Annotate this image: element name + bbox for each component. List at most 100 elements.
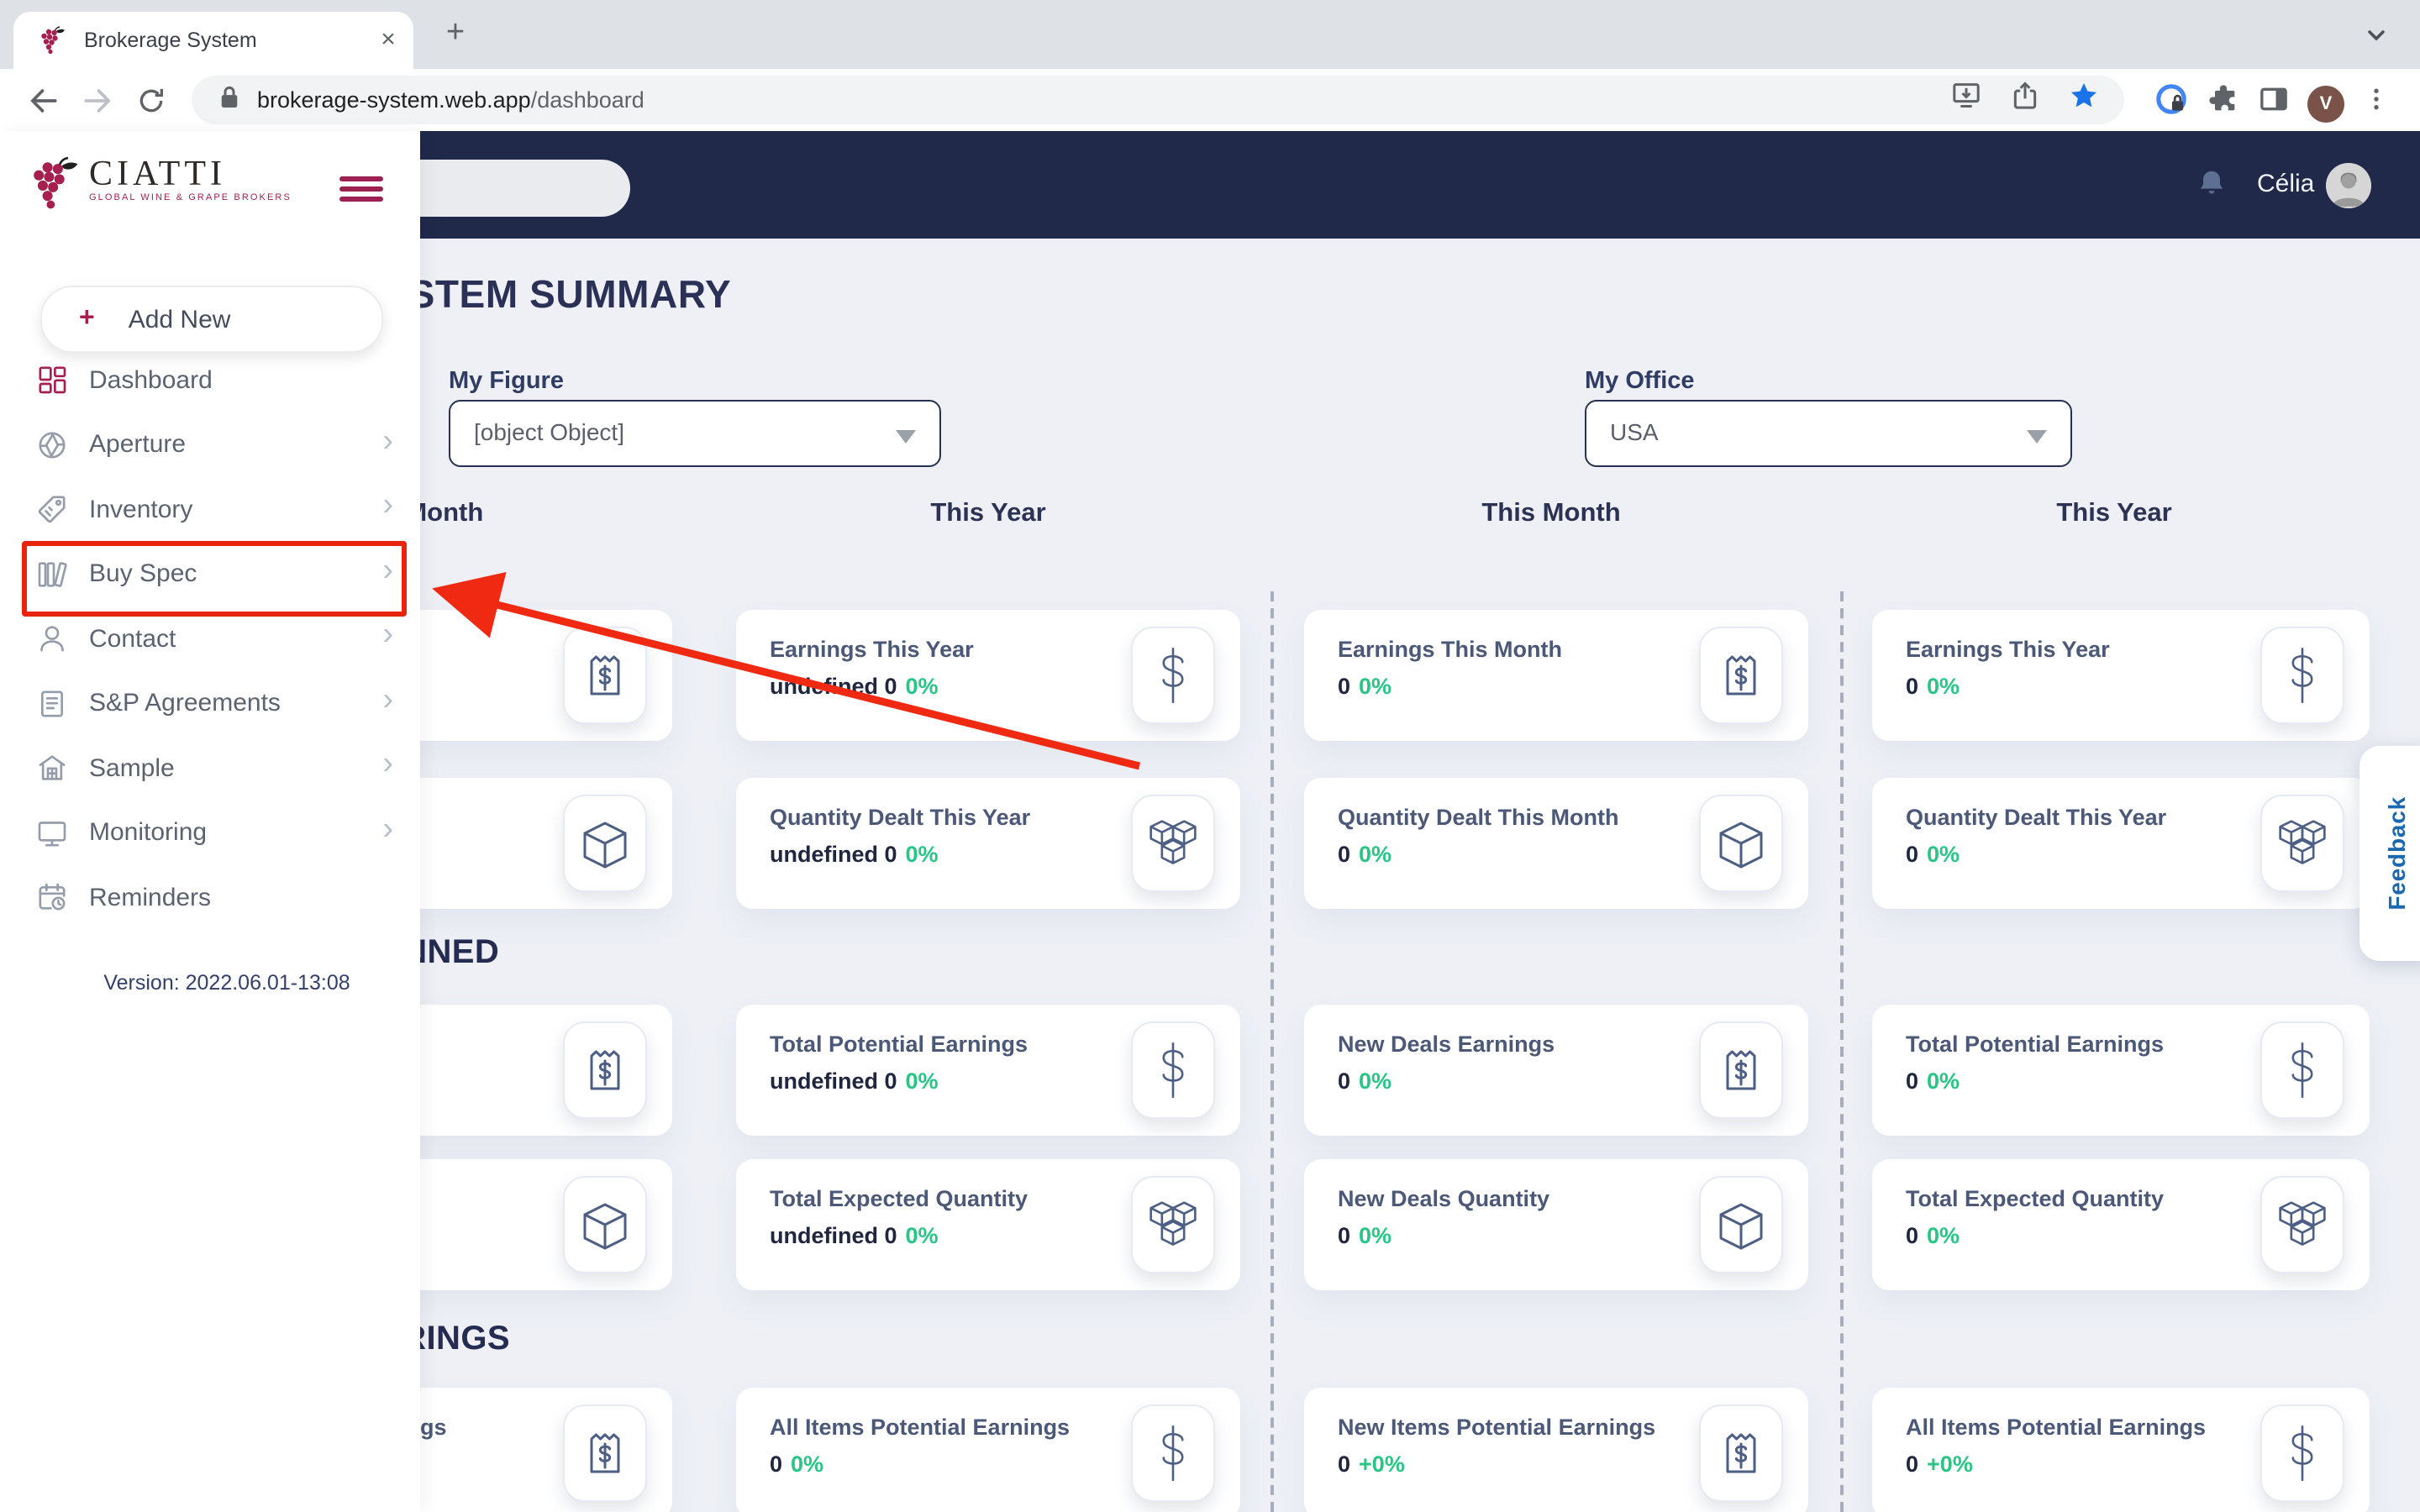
stat-label: Quantity Dealt This Year [770,805,1030,830]
stat-percent: 0% [1359,1223,1392,1248]
stat-label: Earnings This Year [770,637,974,662]
my-office-value: USA [1610,418,1659,445]
dashboard-icon [34,362,71,399]
dollar-icon [1131,1021,1215,1119]
url-host: brokerage-system.web.app [257,87,531,113]
reload-button[interactable] [131,81,171,121]
chevron-right-icon: › [382,423,393,460]
filter-label-my-figure: My Figure [449,368,564,395]
sidebar-item-label: S&P Agreements [89,690,281,718]
stat-value-row: 00% [1906,842,1960,867]
sidebar-item-label: Reminders [89,884,211,912]
stat-label: New Items Potential Earnings [1338,1415,1655,1440]
my-figure-value: [object Object] [474,418,624,445]
install-icon[interactable] [1949,79,1983,121]
stat-card: Earnings This Year undefined 00% [736,610,1240,741]
profile-avatar[interactable]: V [2307,85,2344,122]
close-tab-icon[interactable]: × [371,24,405,57]
receipt-dollar-icon [1699,1021,1783,1119]
stat-card: Earnings This Month00% [1304,610,1808,741]
site-favicon-grapes-icon [39,25,67,57]
stat-label: Total Expected Quantity [1906,1186,2164,1211]
dollar-icon [1131,1404,1215,1502]
add-new-button[interactable]: + Add New [40,286,383,353]
receipt-dollar-icon [563,1021,647,1119]
stat-label: gs [420,1415,447,1440]
sidebar-item-inventory[interactable]: Inventory› [0,477,420,542]
my-figure-select[interactable]: [object Object] [449,400,941,467]
password-manager-icon[interactable] [2153,81,2190,126]
user-avatar[interactable] [2326,163,2371,208]
cards-row: gsAll Items Potential Earnings00%New Ite… [168,1388,2373,1512]
document-icon [34,685,71,722]
monitor-icon [34,815,71,852]
stat-value-row: 0+0% [1338,1452,1405,1477]
sidebar-item-label: Monitoring [89,819,207,848]
grapes-logo-icon [29,155,82,223]
stat-label: Total Potential Earnings [1906,1032,2164,1057]
stat-value: undefined 0 [770,1068,897,1094]
sidebar-item-reminders[interactable]: Reminders [0,865,420,930]
stat-value: 0 [1338,842,1350,867]
back-button[interactable] [24,81,64,121]
cubes-icon [2260,1176,2344,1273]
lock-icon [218,83,240,117]
url-bar[interactable]: brokerage-system.web.app/dashboard [192,76,2124,124]
tab-strip: Brokerage System × + [0,0,2420,69]
stat-value: 0 [1338,1452,1350,1477]
stat-value-row: 00% [1906,1223,1960,1248]
cards-row: Earnings This Yearundefined 00%Earnings … [168,610,2373,741]
dollar-icon [1131,627,1215,724]
tab-search-chevron-icon[interactable] [2363,22,2390,57]
extensions-icon[interactable] [2207,82,2240,124]
stat-value-row: undefined 00% [770,1068,939,1094]
receipt-dollar-icon [563,627,647,724]
brand-name: CIATTI [89,155,292,192]
stat-value-row: 00% [1338,1223,1392,1248]
user-name[interactable]: Célia [2257,170,2314,198]
column-header: This Year [2056,499,2171,529]
stat-value: 0 [1906,1068,1918,1094]
highlight-annotation-box [22,541,407,617]
stat-value-row: 00% [1338,842,1392,867]
feedback-tab[interactable]: Feedback [2360,746,2420,961]
side-panel-icon[interactable] [2257,82,2291,124]
stat-value-row: 0 0% [770,1452,823,1477]
stat-value-row: 00% [1338,674,1392,699]
stat-percent: 0% [791,1452,823,1477]
brand-tagline: GLOBAL WINE & GRAPE BROKERS [89,193,292,203]
chevron-right-icon: › [382,488,393,525]
sidebar-item-s-p-agreements[interactable]: S&P Agreements › [0,671,420,736]
menu-toggle-icon[interactable] [339,176,383,202]
chevron-right-icon: › [382,811,393,848]
sidebar-item-monitoring[interactable]: Monitoring › [0,801,420,865]
sidebar: CIATTI GLOBAL WINE & GRAPE BROKERS + Add… [0,131,420,1512]
stat-percent: 0% [1927,674,1960,699]
stat-value-row: undefined 00% [770,674,939,699]
my-office-select[interactable]: USA [1585,400,2072,467]
chevron-right-icon: › [382,682,393,719]
bookmark-star-icon[interactable] [2067,79,2101,121]
sidebar-item-dashboard[interactable]: Dashboard [0,348,420,412]
stat-value: undefined 0 [770,1223,897,1248]
menu-kebab-icon[interactable] [2361,84,2391,123]
stat-card: Total Expected Quantity 00% [1872,1159,2370,1290]
stat-label: Total Expected Quantity [770,1186,1028,1211]
cube-icon [563,1176,647,1273]
dollar-icon [2260,1021,2344,1119]
sidebar-item-label: Dashboard [89,366,213,395]
stat-card: Total Potential Earnings00% [1872,1005,2370,1136]
sidebar-item-sample[interactable]: Sample› [0,736,420,801]
sidebar-item-aperture[interactable]: Aperture› [0,412,420,477]
notifications-bell-icon[interactable] [2195,166,2228,208]
stat-value: 0 [1906,1223,1918,1248]
stat-percent: 0% [1927,842,1960,867]
forward-button[interactable] [77,81,118,121]
stat-card: Total Potential Earningsundefined 00% [736,1005,1240,1136]
stat-label: Quantity Dealt This Year [1906,805,2166,830]
stat-percent: 0% [1359,674,1392,699]
stat-value: 0 [770,1452,782,1477]
browser-tab[interactable]: Brokerage System × [13,12,413,69]
share-icon[interactable] [2008,79,2042,121]
new-tab-button[interactable]: + [435,13,476,54]
